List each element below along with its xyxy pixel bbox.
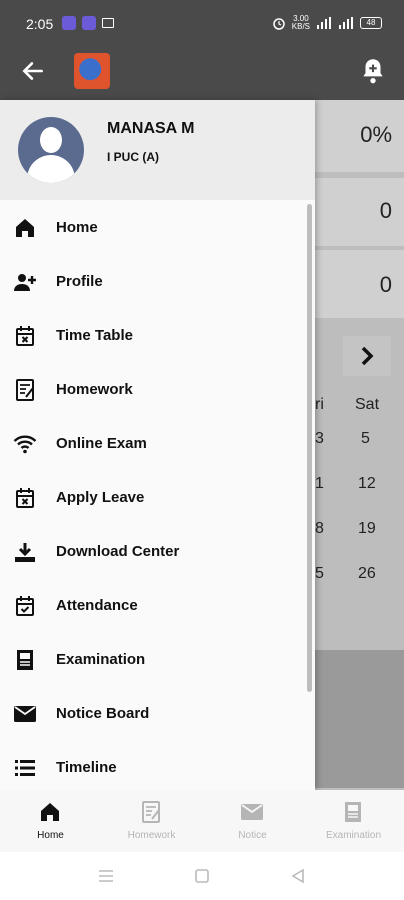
bottom-nav-notice[interactable]: Notice — [202, 790, 303, 852]
home-icon — [16, 219, 34, 237]
bottom-nav-examination[interactable]: Examination — [303, 790, 404, 852]
battery-icon: 48 — [360, 17, 382, 29]
next-month-button[interactable] — [343, 336, 391, 376]
stat-card: 0 — [315, 178, 404, 246]
home-system-icon[interactable] — [193, 868, 211, 884]
menu-item-apply-leave[interactable]: Apply Leave — [0, 471, 315, 525]
app-notification-icon — [62, 16, 76, 30]
notification-bell-icon[interactable] — [360, 56, 386, 86]
app-notification-icon-2 — [82, 16, 96, 30]
bottom-nav-home[interactable]: Home — [0, 790, 101, 852]
home-icon — [41, 803, 59, 821]
wifi-icon — [13, 435, 37, 454]
notification-icons — [62, 16, 114, 30]
recent-apps-icon[interactable] — [97, 868, 115, 884]
back-arrow-icon[interactable] — [20, 58, 46, 84]
chevron-right-icon — [361, 346, 374, 366]
drawer-scrollbar[interactable] — [307, 204, 312, 692]
avatar — [18, 117, 84, 183]
menu-item-examination[interactable]: Examination — [0, 633, 315, 687]
homework-icon — [142, 801, 160, 823]
signal-icon — [317, 17, 331, 29]
status-right: 3.00 KB/S 48 — [272, 15, 382, 31]
exam-icon — [345, 802, 361, 822]
bottom-navigation: Home Homework Notice Examination — [0, 790, 404, 852]
background-panel — [315, 650, 404, 788]
school-logo — [74, 53, 110, 89]
menu-item-homework[interactable]: Homework — [0, 363, 315, 417]
laptop-icon — [102, 18, 114, 28]
menu-item-download-center[interactable]: Download Center — [0, 525, 315, 579]
stat-card: 0 — [315, 250, 404, 318]
status-time: 2:05 — [26, 16, 54, 32]
menu-item-profile[interactable]: Profile — [0, 255, 315, 309]
stat-card: 0% — [315, 100, 404, 172]
download-icon — [15, 543, 35, 562]
signal-icon-2 — [339, 17, 353, 29]
calendar-x-icon — [16, 326, 34, 346]
navigation-drawer: MANASA M I PUC (A) Home Profile Time Tab… — [0, 100, 315, 790]
profile-header[interactable]: MANASA M I PUC (A) — [0, 100, 315, 200]
system-navigation-bar — [0, 852, 404, 900]
menu-item-notice-board[interactable]: Notice Board — [0, 687, 315, 741]
homework-icon — [16, 379, 34, 401]
student-class: I PUC (A) — [107, 150, 159, 164]
calendar-x-icon — [16, 488, 34, 508]
bottom-nav-homework[interactable]: Homework — [101, 790, 202, 852]
mail-icon — [241, 804, 263, 820]
list-icon — [15, 760, 35, 776]
menu-item-timeline[interactable]: Timeline — [0, 741, 315, 790]
add-person-icon — [14, 274, 36, 291]
menu-item-time-table[interactable]: Time Table — [0, 309, 315, 363]
network-speed: 3.00 KB/S — [291, 14, 310, 31]
calendar-widget: ri Sat 3 5 1 12 8 19 5 26 — [315, 316, 404, 596]
back-system-icon[interactable] — [289, 868, 307, 884]
status-bar: 2:05 3.00 KB/S 48 — [0, 0, 404, 48]
student-name: MANASA M — [107, 120, 195, 137]
menu-item-home[interactable]: Home — [0, 201, 315, 255]
calendar-check-icon — [16, 596, 34, 616]
menu-item-attendance[interactable]: Attendance — [0, 579, 315, 633]
mail-icon — [14, 706, 36, 722]
alarm-icon — [273, 18, 285, 30]
app-bar — [0, 48, 404, 100]
menu-item-online-exam[interactable]: Online Exam — [0, 417, 315, 471]
exam-icon — [17, 650, 33, 670]
drawer-menu: Home Profile Time Table Homework Online … — [0, 201, 315, 790]
